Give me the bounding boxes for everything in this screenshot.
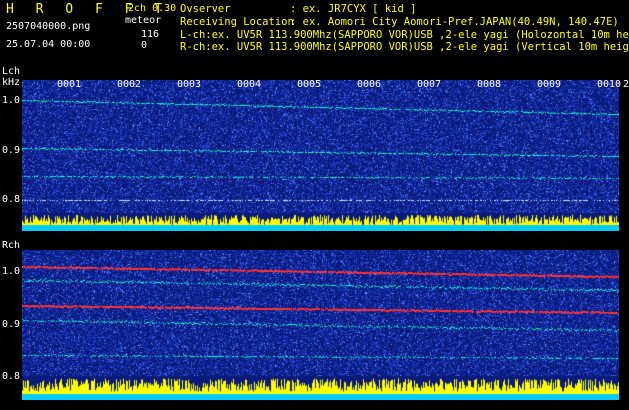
rch-spectrogram [22, 250, 619, 400]
time-marker: 0003 [177, 79, 202, 90]
rch-info: R-ch:ex. UV5R 113.900Mhz(SAPPORO VOR)USB… [180, 41, 629, 53]
location-label: Receiving Location [180, 16, 294, 28]
rch-waterfall [22, 250, 619, 400]
time-marker: 0007 [417, 79, 442, 90]
lch-tick-0-8: 0.8 [2, 194, 21, 205]
lch-label: Lch [2, 66, 21, 77]
count-l-label: 116 [141, 29, 160, 40]
time-marker: 0009 [537, 79, 562, 90]
rch-tick-0-9: 0.9 [2, 319, 21, 330]
rch-tick-0-8: 0.8 [2, 371, 21, 382]
lch-unit: kHz [2, 77, 21, 88]
lch-spectrogram [22, 80, 619, 231]
version-label: 2ch 0.30 [128, 3, 177, 14]
type-label: meteor [125, 15, 162, 26]
time-marker: 2 [623, 79, 629, 90]
time-marker: 0005 [297, 79, 322, 90]
filename-label: 2507040000.png [6, 21, 91, 32]
observer-label: Ovserver [180, 3, 231, 15]
observer-value: : ex. JR7CYX [ kid ] [290, 3, 417, 15]
time-marker: 0001 [57, 79, 82, 90]
datetime-label: 25.07.04 00:00 [6, 39, 91, 50]
time-marker: 0004 [237, 79, 262, 90]
time-marker: 0010 [597, 79, 622, 90]
time-marker: 0002 [117, 79, 142, 90]
lch-tick-1-0: 1.0 [2, 95, 21, 106]
lch-tick-0-9: 0.9 [2, 145, 21, 156]
lch-info: L-ch:ex. UV5R 113.900Mhz(SAPPORO VOR)USB… [180, 29, 629, 41]
lch-waterfall [22, 80, 619, 231]
time-marker: 0006 [357, 79, 382, 90]
rch-tick-1-0: 1.0 [2, 266, 21, 277]
time-marker: 0008 [477, 79, 502, 90]
rch-label: Rch [2, 240, 21, 251]
location-value: : ex. Aomori City Aomori-Pref.JAPAN(40.4… [290, 16, 619, 28]
count-r-label: 0 [141, 40, 148, 51]
